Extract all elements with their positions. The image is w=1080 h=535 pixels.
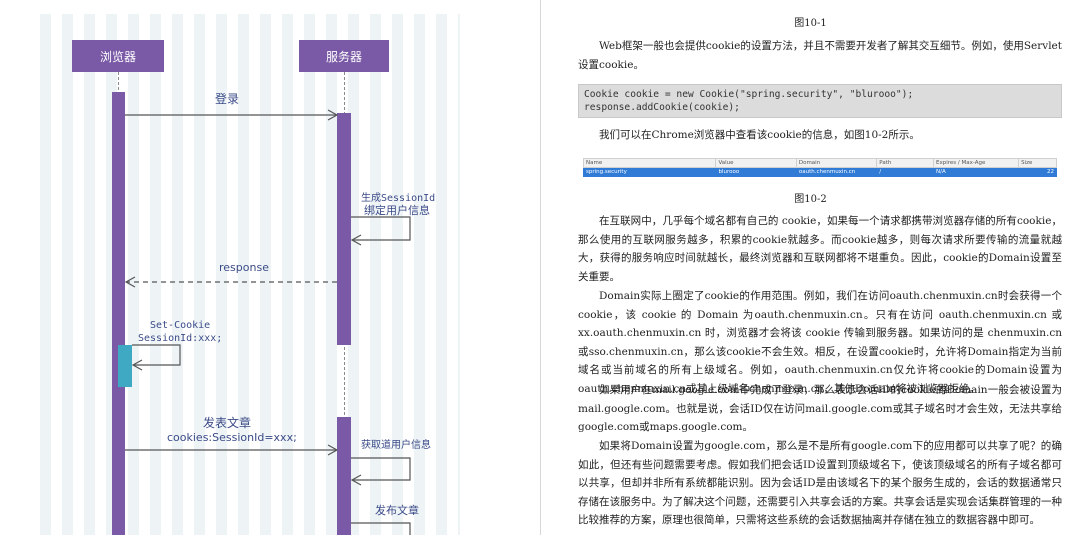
table-row: spring.security blurooo oauth.chenmuxin.… — [582, 167, 1057, 177]
header-domain: Domain — [795, 158, 878, 168]
set-cookie-label: Set-Cookie — [150, 320, 211, 331]
cell-value: blurooo — [715, 167, 797, 177]
publish-label: 发表文章 — [203, 416, 252, 430]
code-line-1: Cookie cookie = new Cookie("spring.secur… — [584, 89, 914, 100]
get-user-label: 获取道用户信息 — [361, 440, 431, 451]
header-path: Path — [876, 158, 934, 168]
header-size: Size — [1018, 158, 1057, 168]
cell-expires: N/A — [932, 167, 1020, 177]
response-label: response — [219, 261, 269, 274]
bind-user-label: 绑定用户信息 — [364, 204, 430, 217]
header-value: Value — [715, 158, 797, 168]
code-line-2: response.addCookie(cookie); — [584, 102, 740, 113]
paragraph-6: 如果将Domain设置为google.com，那么是不是所有google.com… — [578, 440, 1062, 527]
login-label: 登录 — [215, 92, 240, 106]
message-arrows — [124, 109, 411, 535]
document-page: 图10-1 Web框架一般也会提供cookie的设置方法，并且不需要开发者了解其… — [541, 0, 1080, 535]
cookie-table: Name Value Domain Path Expires / Max-Age… — [582, 158, 1057, 177]
self-call-user-arrow — [351, 457, 411, 481]
session-id-label: SessionId:xxx; — [138, 333, 223, 344]
cell-name: spring.security — [582, 167, 717, 177]
cell-domain: oauth.chenmuxin.cn — [795, 167, 878, 177]
paragraph-1: Web框架一般也会提供cookie的设置方法，并且不需要开发者了解其交互细节。例… — [578, 40, 1062, 71]
cell-path: / — [876, 167, 934, 177]
code-block: Cookie cookie = new Cookie("spring.secur… — [578, 84, 1062, 118]
paragraph-3: 在互联网中，几乎每个域名都有自己的 cookie，如果每一个请求都携带浏览器存储… — [578, 215, 1062, 283]
paragraph-5: 如果用户在mail.google.com中完成了登录，那么表示会话ID的cook… — [578, 384, 1062, 434]
header-expires: Expires / Max-Age — [932, 158, 1020, 168]
cell-size: 22 — [1018, 167, 1057, 177]
cookie-table-header: Name Value Domain Path Expires / Max-Age… — [582, 158, 1057, 168]
sequence-diagram-page: 浏览器 服务器 登录 生成SessionId 绑定用户信息 response S… — [0, 0, 541, 535]
self-call-publish-arrow — [351, 522, 411, 535]
header-name: Name — [582, 158, 717, 168]
self-call-session-arrow — [351, 216, 411, 241]
two-page-spread: 浏览器 服务器 登录 生成SessionId 绑定用户信息 response S… — [0, 0, 1080, 535]
publish-cookie-label: cookies:SessionId=xxx; — [167, 431, 297, 444]
figure-caption-10-1: 图10-1 — [794, 18, 827, 29]
paragraph-2: 我们可以在Chrome浏览器中查看该cookie的信息，如图10-2所示。 — [599, 129, 920, 141]
figure-caption-10-2: 图10-2 — [794, 194, 827, 205]
publish-article-label: 发布文章 — [375, 504, 419, 517]
